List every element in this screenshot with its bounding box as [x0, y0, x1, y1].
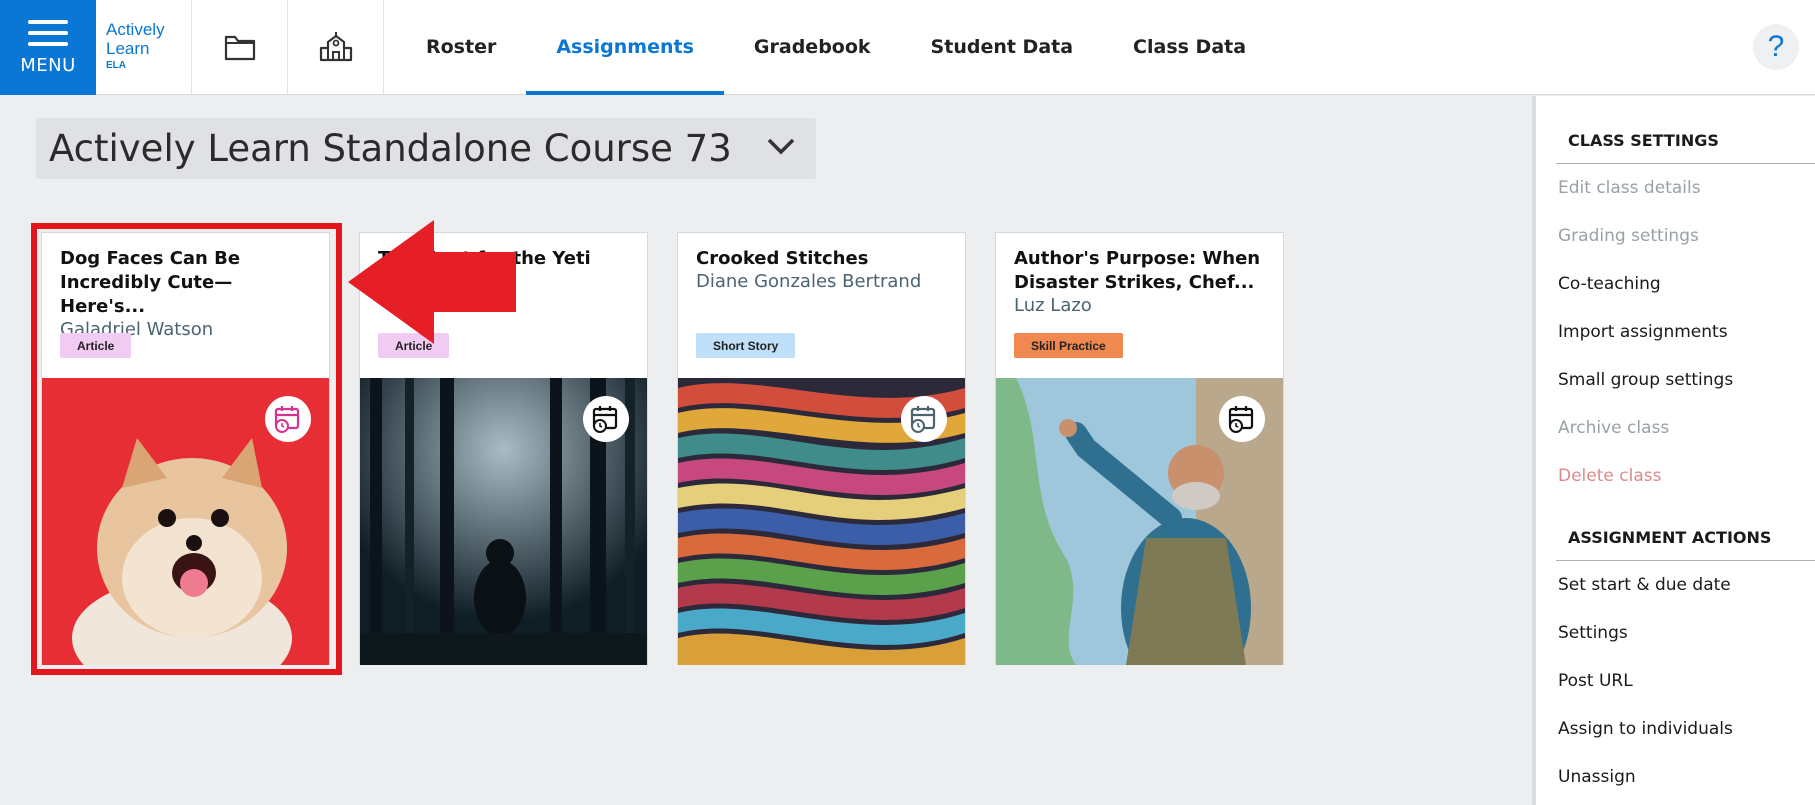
assignment-card[interactable]: Dog Faces Can Be Incredibly Cute—Here's.…	[41, 232, 330, 665]
settings-link[interactable]: Settings	[1556, 609, 1815, 657]
course-title: Actively Learn Standalone Course 73	[49, 127, 732, 170]
tab-class-data[interactable]: Class Data	[1103, 0, 1276, 94]
card-author: Diane Gonzales Bertrand	[696, 271, 922, 292]
content-type-badge: Short Story	[696, 333, 796, 358]
calendar-clock-icon[interactable]	[265, 396, 311, 442]
hamburger-icon	[28, 19, 68, 46]
menu-label: MENU	[20, 54, 76, 76]
help-icon: ?	[1767, 30, 1785, 63]
section-heading: CLASS SETTINGS	[1556, 96, 1815, 164]
card-title: Dog Faces Can Be Incredibly Cute—Here's.…	[60, 248, 241, 317]
edit-class-details-link[interactable]: Edit class details	[1556, 164, 1815, 212]
archive-class-link[interactable]: Archive class	[1556, 404, 1815, 452]
library-button[interactable]	[192, 0, 288, 94]
calendar-clock-icon[interactable]	[583, 396, 629, 442]
menu-button[interactable]: MENU	[0, 0, 96, 95]
import-assignments-link[interactable]: Import assignments	[1556, 308, 1815, 356]
content-type-badge: Skill Practice	[1014, 333, 1123, 358]
logo-subject: ELA	[106, 60, 126, 71]
right-sidebar: CLASS SETTINGS Edit class details Gradin…	[1532, 96, 1815, 805]
delete-class-link[interactable]: Delete class	[1556, 452, 1815, 500]
unassign-link[interactable]: Unassign	[1556, 753, 1815, 801]
tab-gradebook[interactable]: Gradebook	[724, 0, 901, 94]
chevron-down-icon	[767, 138, 795, 155]
tab-student-data[interactable]: Student Data	[901, 0, 1104, 94]
school-button[interactable]	[288, 0, 384, 94]
course-selector[interactable]: Actively Learn Standalone Course 73	[36, 118, 816, 179]
help-button[interactable]: ?	[1753, 24, 1799, 70]
actively-learn-logo[interactable]: Actively Learn ELA	[96, 0, 192, 94]
card-title: Author's Purpose: When Disaster Strikes,…	[1014, 248, 1261, 293]
top-navigation-bar: MENU Actively Learn ELA Roster Assignmen…	[0, 0, 1815, 95]
calendar-clock-icon[interactable]	[1219, 396, 1265, 442]
co-teaching-link[interactable]: Co-teaching	[1556, 260, 1815, 308]
calendar-clock-icon[interactable]	[901, 396, 947, 442]
folder-icon	[224, 35, 255, 61]
school-icon	[319, 32, 352, 62]
class-settings-section: CLASS SETTINGS Edit class details Gradin…	[1556, 96, 1815, 500]
annotation-arrow-icon	[348, 220, 516, 344]
small-group-settings-link[interactable]: Small group settings	[1556, 356, 1815, 404]
post-url-link[interactable]: Post URL	[1556, 657, 1815, 705]
assignment-card[interactable]: Crooked Stitches Diane Gonzales Bertrand…	[677, 232, 966, 665]
assign-to-individuals-link[interactable]: Assign to individuals	[1556, 705, 1815, 753]
grading-settings-link[interactable]: Grading settings	[1556, 212, 1815, 260]
assignment-actions-section: ASSIGNMENT ACTIONS Set start & due date …	[1556, 500, 1815, 801]
logo-line-1: Actively	[106, 20, 165, 39]
content-type-badge: Article	[60, 333, 132, 358]
tab-roster[interactable]: Roster	[396, 0, 526, 94]
section-heading: ASSIGNMENT ACTIONS	[1556, 500, 1815, 561]
logo-line-2: Learn	[106, 39, 150, 58]
main-tabs: Roster Assignments Gradebook Student Dat…	[396, 0, 1276, 95]
card-author: Luz Lazo	[1014, 295, 1092, 316]
assignment-card[interactable]: Author's Purpose: When Disaster Strikes,…	[995, 232, 1284, 665]
tab-assignments[interactable]: Assignments	[526, 0, 724, 95]
card-title: Crooked Stitches	[696, 248, 869, 269]
set-start-due-date-link[interactable]: Set start & due date	[1556, 561, 1815, 609]
